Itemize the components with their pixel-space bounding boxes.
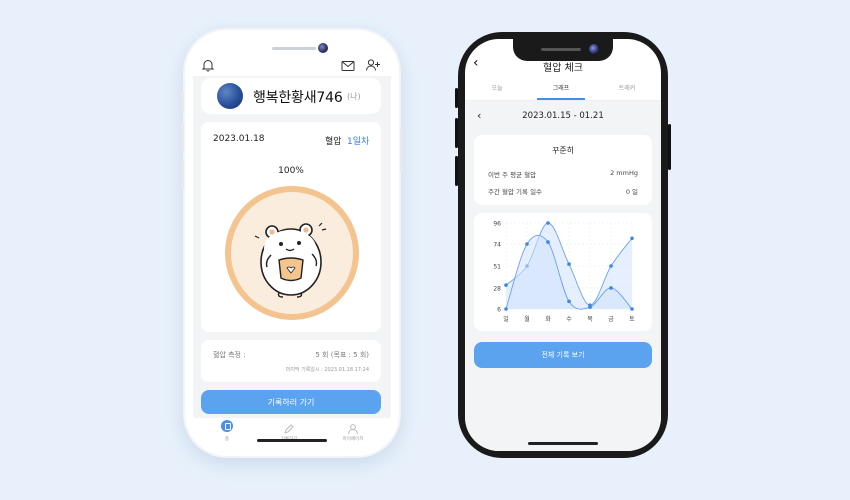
avg-bp-row: 이번 주 평균 혈압 2 mmHg [488,169,638,179]
add-user-icon[interactable] [365,58,381,72]
x-tick-label: 화 [545,316,551,323]
tab-home-label: 홈 [224,437,230,442]
date-label: 2023.01.18 [213,134,265,144]
data-point [525,242,529,246]
x-tick-label: 수 [566,316,572,323]
progress-ring [225,186,359,320]
tab-graph[interactable]: 그래프 [531,83,591,92]
tab-tracker[interactable]: 트래커 [597,83,657,92]
left-screen: 행복한황새746 (나) 2023.01.18 혈압 1일차 100% 혈압 측… [193,38,391,448]
pencil-icon [283,420,295,434]
tab-mypage[interactable]: 마이페이지 [333,420,373,442]
home-icon [221,420,233,432]
right-screen: ‹ 혈압 체크 오늘 그래프 트래커 ‹ 2023.01.15 - 01.21 … [465,39,661,451]
side-button [181,92,184,112]
mail-icon[interactable] [341,60,355,72]
left-phone-frame: 행복한황새746 (나) 2023.01.18 혈압 1일차 100% 혈압 측… [181,28,403,458]
avatar [217,83,243,109]
bottom-tab-bar: 홈 기록하기 마이페이지 [193,418,391,448]
speaker [541,48,581,51]
bear-illustration [254,222,327,298]
progress-percent: 100% [278,166,304,176]
record-days-label: 주간 혈압 기록 일수 [488,188,543,196]
self-tag: (나) [347,92,361,101]
x-tick-label: 목 [587,316,593,323]
profile-card[interactable]: 행복한황새746 (나) [201,78,381,114]
power-button [668,124,671,170]
data-point [546,221,550,225]
week-range: 2023.01.15 - 01.21 [522,111,604,121]
side-button [181,122,184,152]
bp-chart: 96 74 51 28 6일 월 화 수 목 금 토 [493,221,635,324]
x-tick-label: 토 [629,316,635,323]
y-tick-label: 6 [497,307,501,314]
x-tick-label: 금 [608,316,614,323]
day-count: 1일차 [347,137,370,147]
y-tick-label: 96 [493,221,501,228]
last-record-time: 마지막 기록일시 : 2023.01.18 17:24 [285,367,369,373]
nickname: 행복한황새746 [253,90,343,106]
tab-home[interactable]: 홈 [207,420,247,442]
notch [246,38,338,60]
view-all-records-button[interactable]: 전체 기록 보기 [474,342,652,368]
power-button [400,128,403,172]
user-icon [347,420,359,435]
right-phone-frame: ‹ 혈압 체크 오늘 그래프 트래커 ‹ 2023.01.15 - 01.21 … [455,32,671,458]
avg-bp-value: 2 mmHg [610,169,638,177]
go-record-button[interactable]: 기록하러 가기 [201,390,381,414]
challenge-card: 2023.01.18 혈압 1일차 100% [201,122,381,332]
measurement-summary: 혈압 측정 : 5 회 (목표 : 5 회) 마지막 기록일시 : 2023.0… [201,340,381,382]
graph-page: ‹ 2023.01.15 - 01.21 꾸준히 이번 주 평균 혈압 2 mm… [465,101,661,451]
tab-today[interactable]: 오늘 [467,83,527,92]
camera [589,44,599,54]
active-tab-indicator [537,98,585,100]
data-point [630,307,634,311]
data-point [567,262,571,266]
home-indicator [528,442,598,445]
x-tick-label: 일 [503,315,509,323]
measure-count-label: 혈압 측정 : [213,351,246,359]
side-button [181,160,184,190]
side-button [455,88,458,108]
data-point [504,307,508,311]
data-point [609,286,613,290]
y-tick-label: 28 [493,285,501,292]
record-days-row: 주간 혈압 기록 일수 0 일 [488,186,638,196]
bp-chart-card: 96 74 51 28 6 일 월 화 수 목 금 토 [474,213,652,331]
data-point [567,299,571,304]
bell-icon[interactable] [201,58,215,72]
record-days-value: 0 일 [625,188,638,196]
y-tick-label: 74 [493,242,501,249]
avg-bp-label: 이번 주 평균 혈압 [488,171,537,179]
data-point [630,236,634,241]
y-tick-label: 51 [493,264,501,271]
data-point [588,305,592,309]
camera [318,43,328,53]
screen-title: 혈압 체크 [543,63,583,74]
home-indicator [257,439,327,442]
speaker [272,47,316,50]
summary-title: 꾸준히 [551,146,575,155]
weekly-summary-card: 꾸준히 이번 주 평균 혈압 2 mmHg 주간 혈압 기록 일수 0 일 [474,135,652,205]
data-point [504,283,508,287]
side-button [455,118,458,148]
notch [513,39,613,61]
data-point [546,240,550,244]
side-button [455,156,458,186]
data-point [609,264,613,268]
tab-mypage-label: 마이페이지 [342,437,364,442]
x-tick-label: 월 [524,315,530,323]
measure-type: 혈압 [325,137,342,147]
measure-count-value: 5 회 (목표 : 5 회) [315,351,369,359]
